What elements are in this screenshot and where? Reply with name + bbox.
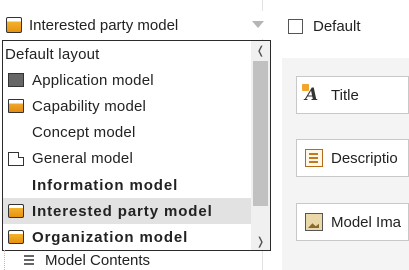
- scrollbar-thumb[interactable]: [253, 61, 268, 206]
- folder-icon: [6, 17, 22, 33]
- document-icon: [8, 151, 24, 166]
- dropdown-scrollbar[interactable]: ❬ ❭: [251, 41, 270, 250]
- model-image-field-label: Model Ima: [331, 213, 402, 231]
- title-icon: A: [302, 84, 323, 104]
- model-type-dropdown-list: Default layout Application model Capabil…: [2, 40, 271, 251]
- list-item-organization-model[interactable]: Organization model: [3, 224, 251, 250]
- chevron-down-icon[interactable]: ❭: [251, 232, 270, 250]
- dropdown-items: Default layout Application model Capabil…: [3, 41, 251, 250]
- description-field-button[interactable]: Descriptio: [296, 139, 409, 177]
- list-item-label: Concept model: [32, 124, 136, 142]
- tree-guide-line: [4, 250, 6, 270]
- list-item-label: Interested party model: [32, 202, 213, 220]
- default-checkbox-label: Default: [313, 18, 361, 35]
- list-item-concept-model[interactable]: Concept model: [3, 120, 251, 146]
- model-image-field-button[interactable]: Model Ima: [296, 203, 409, 241]
- application-model-icon: [8, 73, 24, 88]
- chevron-up-icon[interactable]: ❬: [251, 41, 270, 59]
- checkbox-box[interactable]: [288, 19, 303, 34]
- folder-icon: [8, 204, 24, 219]
- tree-item-label: Model Contents: [45, 251, 151, 269]
- list-item-label: Application model: [32, 71, 154, 89]
- list-item-interested-party-model[interactable]: Interested party model: [3, 198, 251, 225]
- folder-icon: [8, 230, 24, 245]
- title-field-label: Title: [331, 86, 359, 104]
- list-item-general-model[interactable]: General model: [3, 146, 251, 172]
- list-icon: [22, 253, 36, 267]
- combobox-selected-label: Interested party model: [29, 16, 179, 34]
- chevron-down-icon[interactable]: [252, 21, 264, 28]
- model-type-combobox[interactable]: Interested party model: [2, 11, 270, 39]
- capability-model-icon: [8, 99, 24, 114]
- list-item-application-model[interactable]: Application model: [3, 67, 251, 93]
- default-checkbox[interactable]: Default: [288, 18, 361, 35]
- dropdown-header-label: Default layout: [5, 45, 100, 63]
- list-item-label: Capability model: [32, 97, 147, 115]
- title-field-button[interactable]: A Title: [296, 76, 409, 114]
- dropdown-header-default-layout[interactable]: Default layout: [3, 41, 251, 67]
- list-item-label: General model: [32, 150, 133, 168]
- list-item-label: Organization model: [32, 228, 189, 246]
- description-icon: [305, 149, 323, 167]
- list-item-capability-model[interactable]: Capability model: [3, 93, 251, 119]
- list-item-label: Information model: [32, 176, 179, 194]
- image-icon: [305, 213, 323, 231]
- description-field-label: Descriptio: [331, 149, 398, 167]
- tree-item-model-contents[interactable]: Model Contents: [22, 250, 150, 270]
- list-item-information-model[interactable]: Information model: [3, 172, 251, 198]
